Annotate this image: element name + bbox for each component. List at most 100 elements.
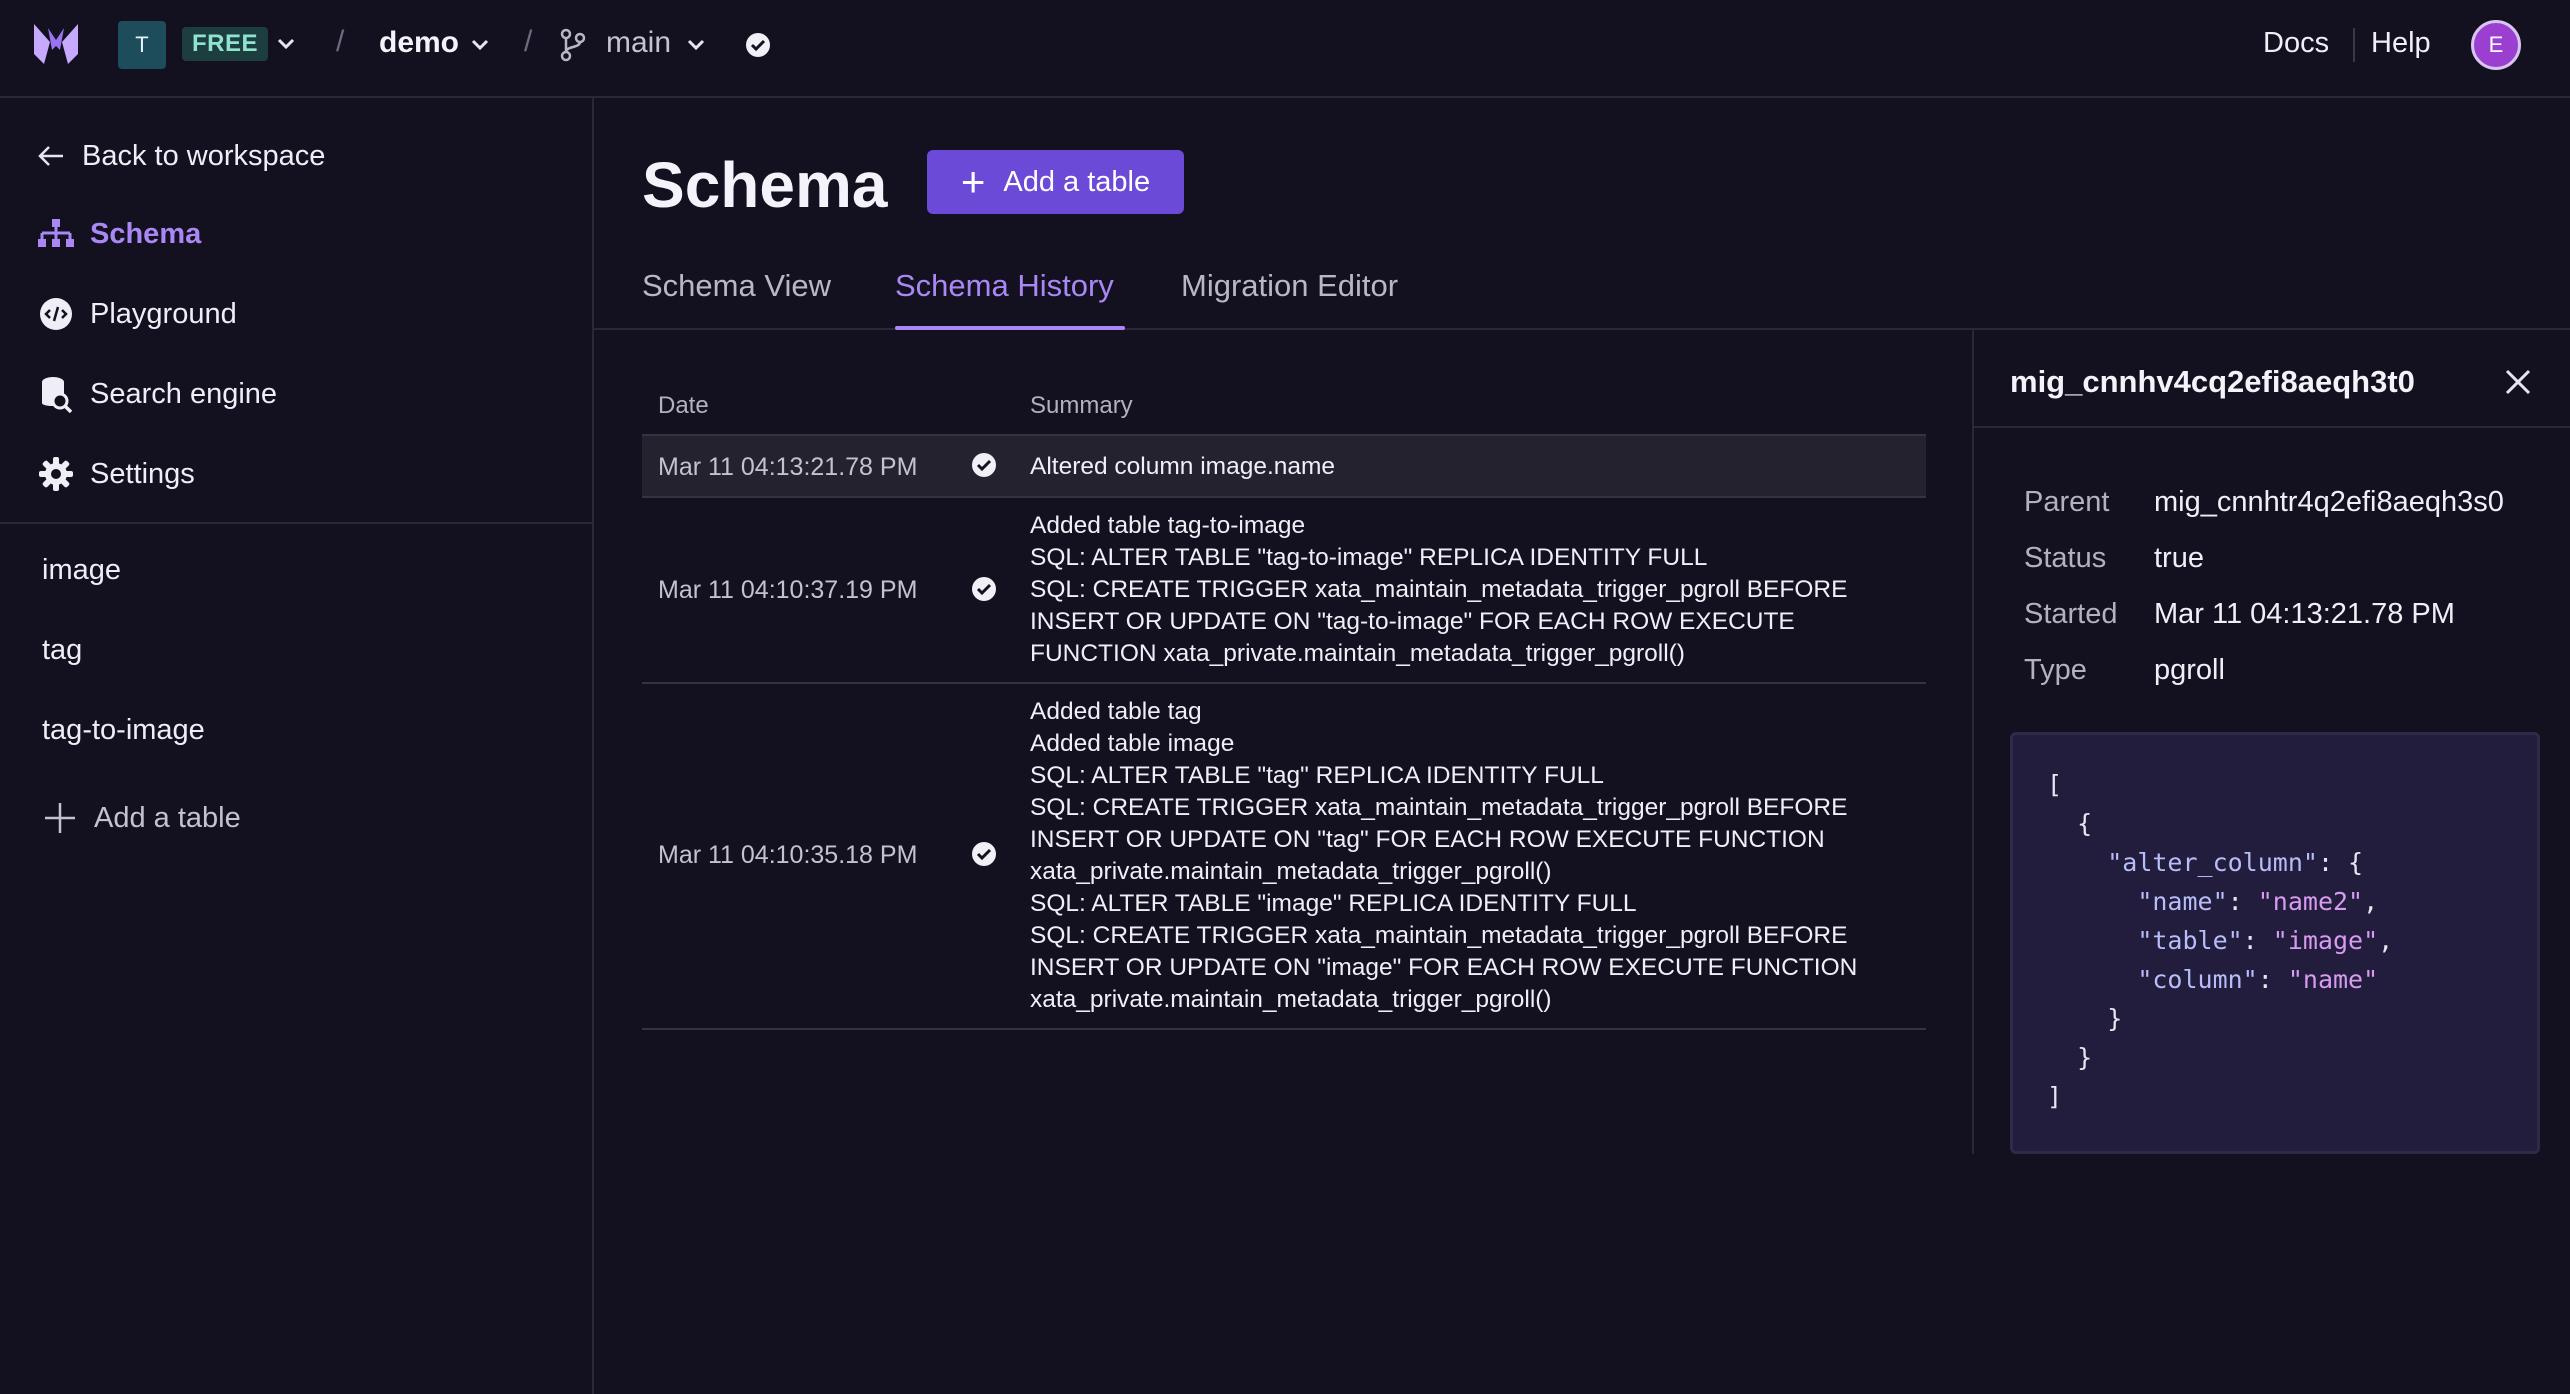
summary-line: SQL: CREATE TRIGGER xata_maintain_metada…	[1030, 922, 1848, 949]
migration-date: Mar 11 04:10:35.18 PM	[658, 841, 918, 869]
summary-line: INSERT OR UPDATE ON "tag" FOR EACH ROW E…	[1030, 826, 1825, 853]
workspace-chevron-down-icon[interactable]	[276, 36, 296, 52]
summary-line: SQL: ALTER TABLE "image" REPLICA IDENTIT…	[1030, 890, 1637, 917]
summary-line: INSERT OR UPDATE ON "tag-to-image" FOR E…	[1030, 608, 1795, 635]
sidebar-item-playground[interactable]: Playground	[36, 294, 237, 334]
panel-header: mig_cnnhv4cq2efi8aeqh3t0	[1974, 330, 2570, 428]
close-icon[interactable]	[2502, 366, 2534, 398]
code-token: "table"	[2137, 926, 2243, 955]
column-header-date: Date	[658, 392, 709, 419]
tab-migration-editor[interactable]: Migration Editor	[1181, 268, 1398, 304]
help-link[interactable]: Help	[2371, 27, 2431, 60]
migration-id-title: mig_cnnhv4cq2efi8aeqh3t0	[2010, 364, 2415, 399]
summary-line: Altered column image.name	[1030, 453, 1336, 480]
meta-value: pgroll	[2154, 654, 2225, 686]
meta-key: Started	[2024, 598, 2118, 630]
back-to-workspace-link[interactable]: Back to workspace	[36, 136, 325, 176]
summary-line: SQL: ALTER TABLE "tag" REPLICA IDENTITY …	[1030, 762, 1604, 789]
summary-line: Added table image	[1030, 730, 1235, 757]
docs-link[interactable]: Docs	[2263, 27, 2329, 60]
search-engine-icon	[36, 374, 76, 414]
meta-value: Mar 11 04:13:21.78 PM	[2154, 598, 2455, 630]
code-token: ]	[2047, 1082, 2063, 1111]
add-table-label: Add a table	[94, 801, 241, 834]
plus-icon: +	[960, 158, 986, 205]
migration-summary: Added table tag Added table image SQL: A…	[1030, 696, 1857, 1016]
sidebar-table-tag-to-image[interactable]: tag-to-image	[42, 714, 205, 747]
summary-line: xata_private.maintain_metadata_trigger_p…	[1030, 858, 1552, 885]
summary-line: SQL: ALTER TABLE "tag-to-image" REPLICA …	[1030, 544, 1708, 571]
breadcrumb-separator: /	[524, 25, 533, 58]
sidebar-table-tag[interactable]: tag	[42, 634, 82, 667]
user-avatar[interactable]: E	[2471, 20, 2521, 70]
code-token: [	[2047, 770, 2063, 799]
code-token: }	[2077, 1043, 2093, 1072]
tab-schema-history[interactable]: Schema History	[895, 268, 1114, 304]
plus-icon	[42, 800, 78, 836]
tab-schema-view[interactable]: Schema View	[642, 268, 831, 304]
column-header-summary: Summary	[1030, 392, 1133, 419]
sidebar-divider	[0, 522, 594, 524]
schema-icon	[36, 214, 76, 254]
branch-icon	[560, 28, 586, 62]
table-row[interactable]: Mar 11 04:13:21.78 PM Altered column ima…	[642, 436, 1926, 498]
summary-line: Added table tag-to-image	[1030, 512, 1306, 539]
sidebar-add-table-button[interactable]: Add a table	[42, 800, 241, 836]
code-token: {	[2077, 809, 2093, 838]
code-token: }	[2107, 1004, 2123, 1033]
gear-icon	[36, 454, 76, 494]
add-table-button-label: Add a table	[1003, 165, 1151, 198]
breadcrumb-separator: /	[336, 25, 345, 58]
code-token: "name"	[2287, 965, 2379, 994]
migration-date: Mar 11 04:13:21.78 PM	[658, 453, 918, 481]
sidebar-item-label: Schema	[90, 217, 202, 250]
sidebar-table-image[interactable]: image	[42, 554, 121, 587]
summary-line: SQL: CREATE TRIGGER xata_maintain_metada…	[1030, 794, 1848, 821]
database-chevron-down-icon[interactable]	[470, 37, 490, 53]
add-table-button[interactable]: + Add a table	[927, 150, 1184, 214]
code-token: "image"	[2272, 926, 2379, 955]
code-token: "alter_column"	[2107, 848, 2318, 877]
plan-badge: FREE	[182, 27, 269, 61]
sidebar-item-schema[interactable]: Schema	[36, 214, 201, 254]
active-tab-indicator	[895, 326, 1125, 330]
sidebar-item-search-engine[interactable]: Search engine	[36, 374, 277, 414]
meta-value: mig_cnnhtr4q2efi8aeqh3s0	[2154, 486, 2504, 518]
status-check-icon	[972, 842, 996, 866]
table-row[interactable]: Mar 11 04:10:35.18 PM Added table tag Ad…	[642, 684, 1926, 1030]
sidebar-item-label: Settings	[90, 457, 195, 490]
code-token: "name2"	[2257, 887, 2364, 916]
code-token: "name"	[2137, 887, 2228, 916]
sidebar: Back to workspace Schema Playground Sear…	[0, 98, 594, 1394]
summary-line: xata_private.maintain_metadata_trigger_p…	[1030, 986, 1552, 1013]
sidebar-item-label: Playground	[90, 297, 237, 330]
table-row[interactable]: Mar 11 04:10:37.19 PM Added table tag-to…	[642, 498, 1926, 684]
meta-key: Status	[2024, 542, 2107, 574]
summary-line: FUNCTION xata_private.maintain_metadata_…	[1030, 640, 1685, 667]
meta-value: true	[2154, 542, 2204, 574]
database-name[interactable]: demo	[379, 26, 459, 60]
status-check-icon	[972, 577, 996, 601]
summary-line: SQL: CREATE TRIGGER xata_maintain_metada…	[1030, 576, 1848, 603]
migration-json-code-block: [ { "alter_column": { "name": "name2", "…	[2010, 732, 2540, 1154]
page-title: Schema	[642, 149, 888, 221]
xata-logo-icon[interactable]	[30, 20, 82, 68]
branch-name[interactable]: main	[606, 26, 671, 60]
sidebar-item-label: Search engine	[90, 377, 278, 410]
workspace-avatar[interactable]: T	[118, 21, 166, 69]
summary-line: INSERT OR UPDATE ON "image" FOR EACH ROW…	[1030, 954, 1858, 981]
sidebar-item-settings[interactable]: Settings	[36, 454, 195, 494]
back-to-workspace-label: Back to workspace	[82, 139, 326, 172]
migration-date: Mar 11 04:10:37.19 PM	[658, 576, 918, 604]
summary-line: Added table tag	[1030, 698, 1202, 725]
code-token: "column"	[2137, 965, 2258, 994]
status-check-icon	[972, 453, 996, 477]
meta-key: Type	[2024, 654, 2087, 686]
topbar-divider	[2353, 28, 2355, 62]
arrow-left-icon	[36, 136, 66, 176]
migration-summary: Altered column image.name	[1030, 451, 1335, 483]
branch-chevron-down-icon[interactable]	[686, 37, 706, 53]
migration-detail-panel: mig_cnnhv4cq2efi8aeqh3t0 Parent mig_cnnh…	[1972, 330, 2570, 1154]
playground-icon	[36, 294, 76, 334]
migration-summary: Added table tag-to-image SQL: ALTER TABL…	[1030, 510, 1847, 670]
